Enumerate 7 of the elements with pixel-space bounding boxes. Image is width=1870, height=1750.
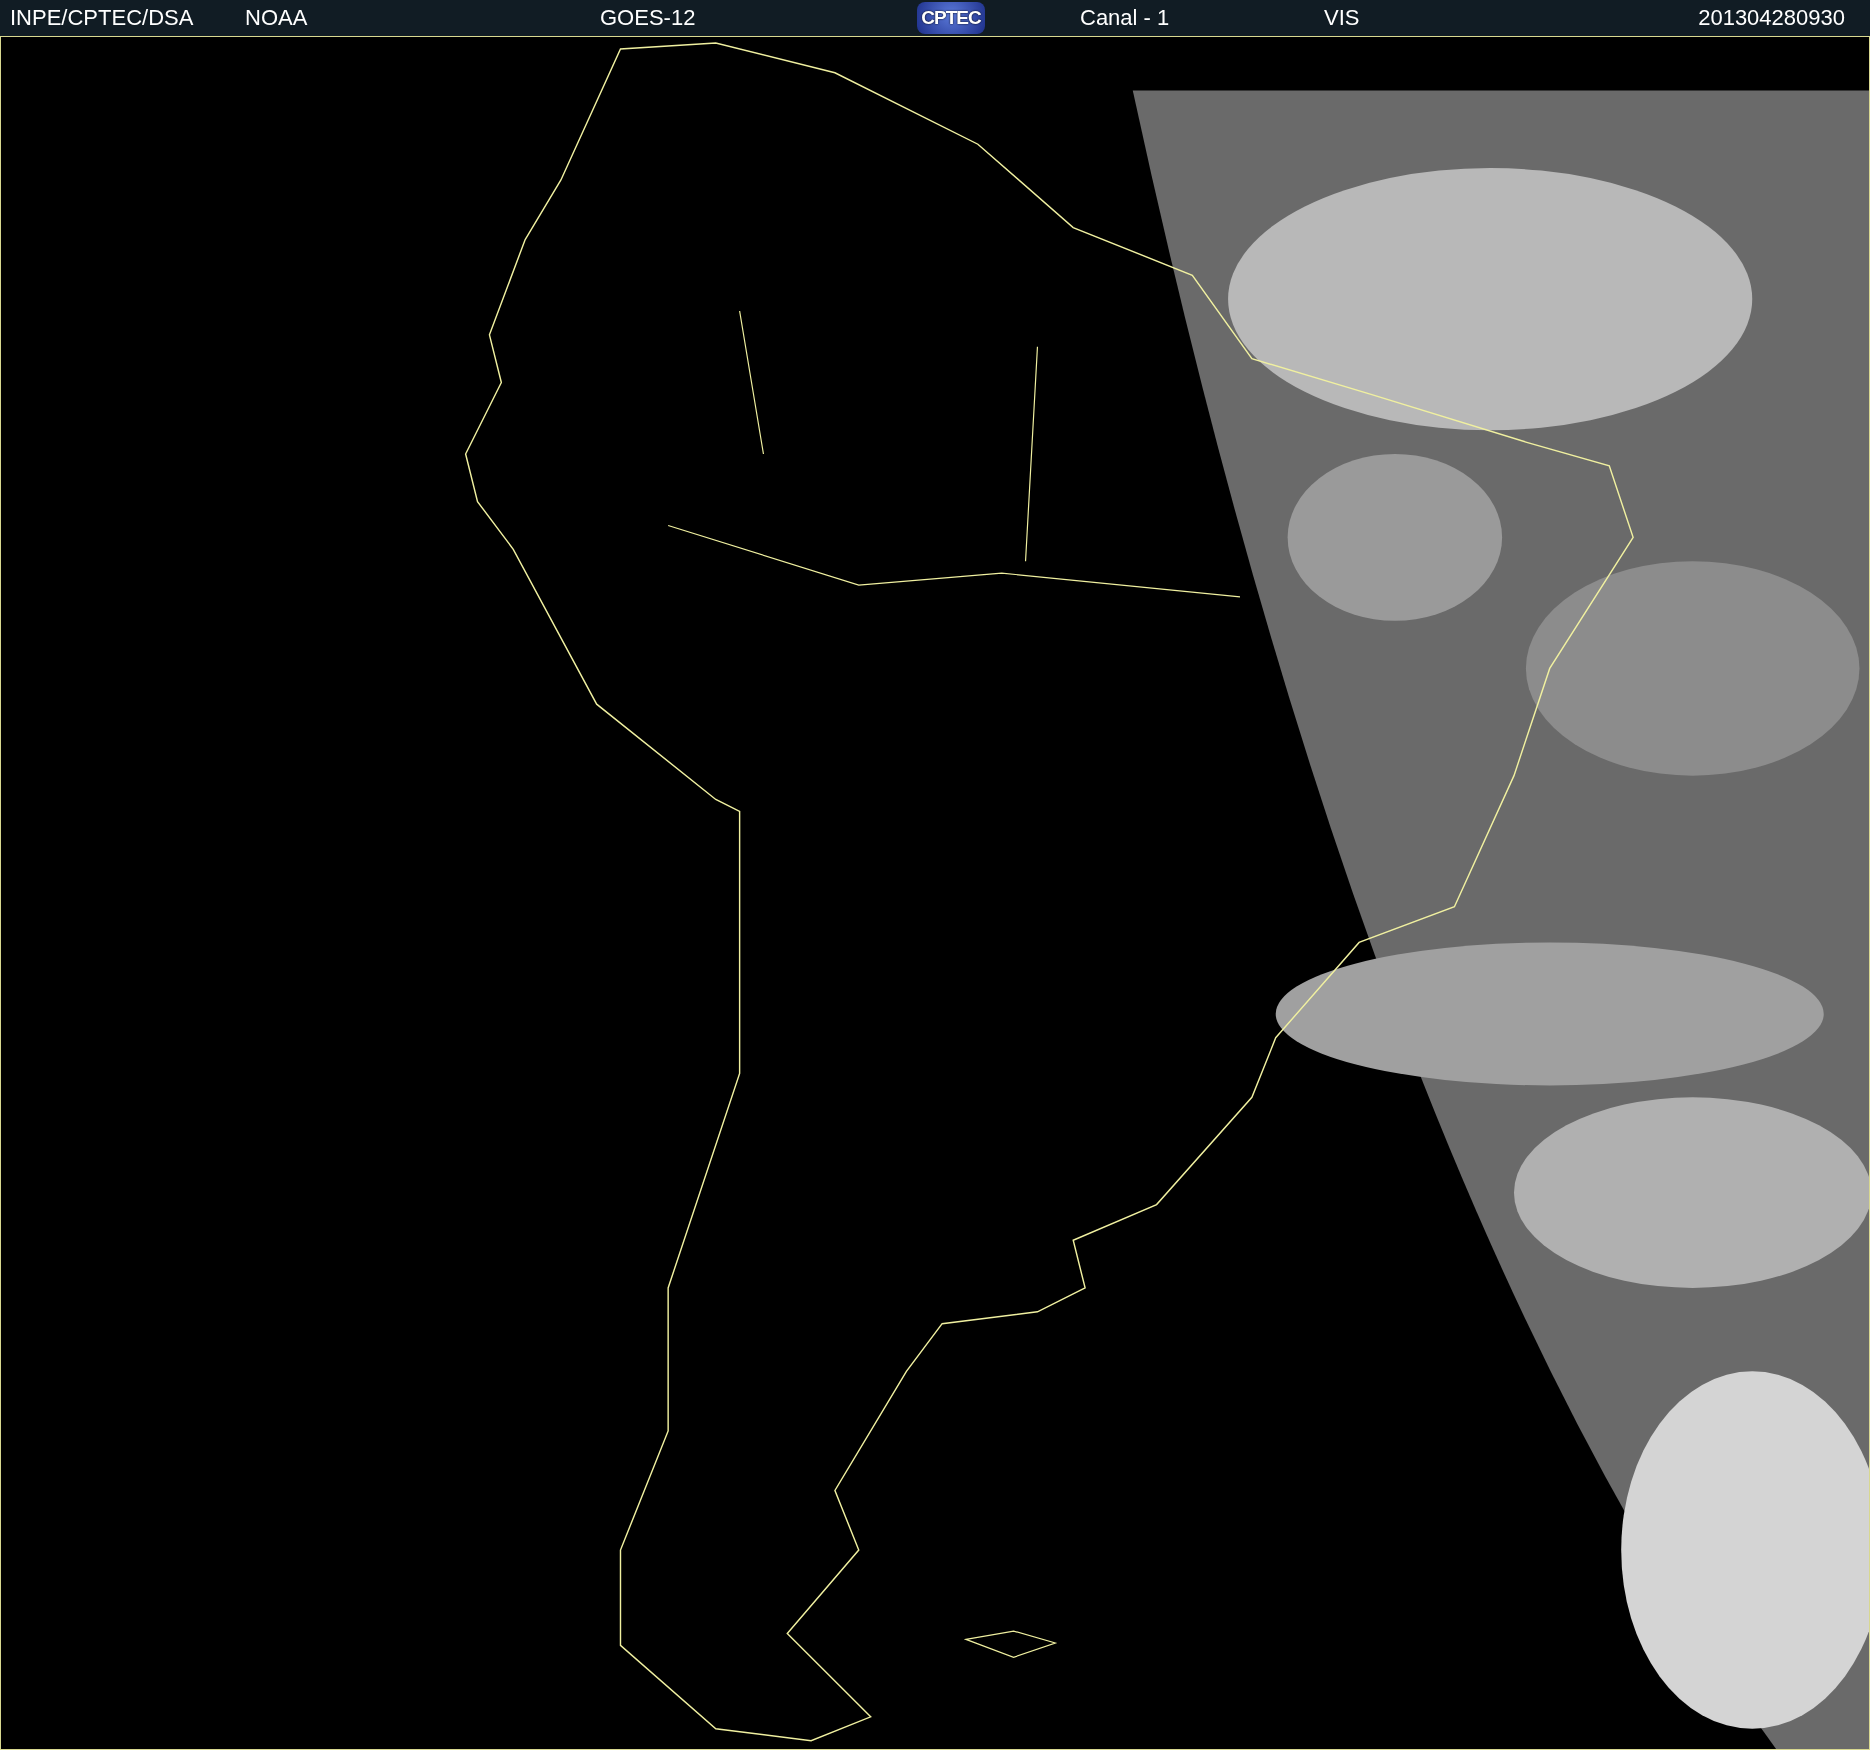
agency-label: NOAA — [245, 5, 308, 31]
channel-label: Canal - 1 — [1080, 5, 1170, 31]
logo: CPTEC — [917, 2, 985, 34]
band-label: VIS — [1324, 5, 1360, 31]
satellite-label: GOES-12 — [600, 5, 696, 31]
source-label: INPE/CPTEC/DSA — [10, 5, 194, 31]
timestamp: 201304280930 — [1698, 5, 1845, 31]
